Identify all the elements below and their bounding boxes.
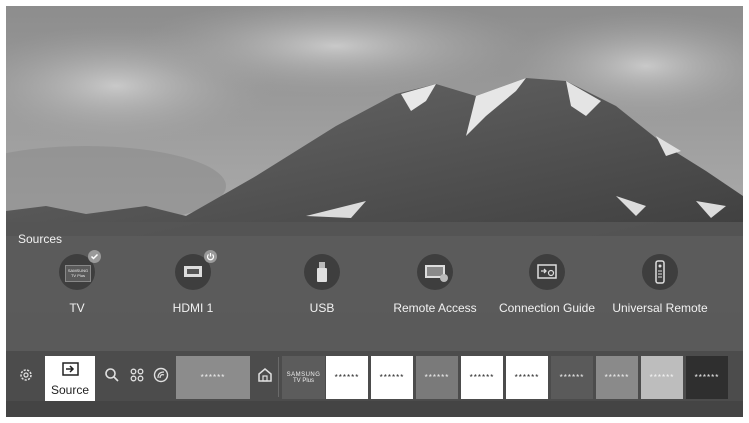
source-button[interactable]: Source	[45, 356, 95, 402]
bar-divider	[278, 357, 279, 397]
apps-icon[interactable]	[128, 366, 146, 384]
tv-screen: Sources SAMSUNG TV Plus TV HDMI 1 USB Re…	[6, 6, 743, 417]
home-icon[interactable]	[256, 366, 274, 384]
source-icon	[62, 362, 79, 376]
app-tile-label: ******	[694, 373, 720, 382]
app-tile-label: ******	[514, 373, 540, 382]
source-item-universal-remote[interactable]: Universal Remote	[600, 254, 720, 324]
source-item-usb[interactable]: USB	[262, 254, 382, 324]
source-label-universal-remote: Universal Remote	[612, 301, 708, 315]
search-icon[interactable]	[103, 366, 121, 384]
source-item-connection-guide[interactable]: Connection Guide	[487, 254, 607, 324]
app-tile-label: ******	[649, 373, 675, 382]
ambient-icon[interactable]	[152, 366, 170, 384]
source-item-remote-access[interactable]: Remote Access	[375, 254, 495, 324]
app-tile[interactable]: ******	[596, 356, 638, 399]
app-tile[interactable]: ******	[371, 356, 413, 399]
source-item-tv[interactable]: SAMSUNG TV Plus TV	[17, 250, 137, 324]
app-tile-wide[interactable]: ******	[176, 356, 250, 399]
source-label-remote-access: Remote Access	[393, 301, 477, 315]
app-tile-label: ******	[424, 373, 450, 382]
power-icon	[204, 250, 217, 263]
source-label: Source	[50, 383, 90, 397]
app-tile[interactable]: ******	[551, 356, 593, 399]
universal-remote-icon	[642, 254, 678, 290]
app-tile-label: ******	[334, 373, 360, 382]
app-tile[interactable]: ******	[641, 356, 683, 399]
tv-plus-line2: TV Plus	[292, 377, 314, 384]
footer-strip	[6, 401, 743, 417]
sources-title: Sources	[18, 232, 63, 246]
app-tile-label: ******	[559, 373, 585, 382]
source-label-connection-guide: Connection Guide	[498, 301, 596, 315]
source-label-tv: TV	[69, 301, 85, 315]
app-tile-label: ******	[469, 373, 495, 382]
app-tile-label: ******	[604, 373, 630, 382]
tv-logo-line2: TV Plus	[70, 273, 85, 278]
check-icon	[88, 250, 101, 263]
samsung-tv-plus-tile[interactable]: SAMSUNG TV Plus	[282, 356, 325, 399]
source-item-hdmi1[interactable]: HDMI 1	[133, 250, 253, 324]
app-tile[interactable]: ******	[326, 356, 368, 399]
app-tile-wide-label: ******	[200, 373, 226, 382]
source-label-hdmi1: HDMI 1	[172, 301, 214, 315]
app-tile[interactable]: ******	[686, 356, 728, 399]
connection-guide-icon	[529, 254, 565, 290]
sources-panel: Sources SAMSUNG TV Plus TV HDMI 1 USB Re…	[6, 222, 743, 356]
app-tile[interactable]: ******	[461, 356, 503, 399]
home-bar: Source ****** SAMSUNG TV Plus ****** ****…	[6, 351, 743, 402]
app-tile[interactable]: ******	[416, 356, 458, 399]
settings-icon[interactable]	[17, 366, 35, 384]
app-tile[interactable]: ******	[506, 356, 548, 399]
app-tile-label: ******	[379, 373, 405, 382]
remote-access-icon	[417, 254, 453, 290]
usb-icon	[304, 254, 340, 290]
source-label-usb: USB	[309, 301, 335, 315]
